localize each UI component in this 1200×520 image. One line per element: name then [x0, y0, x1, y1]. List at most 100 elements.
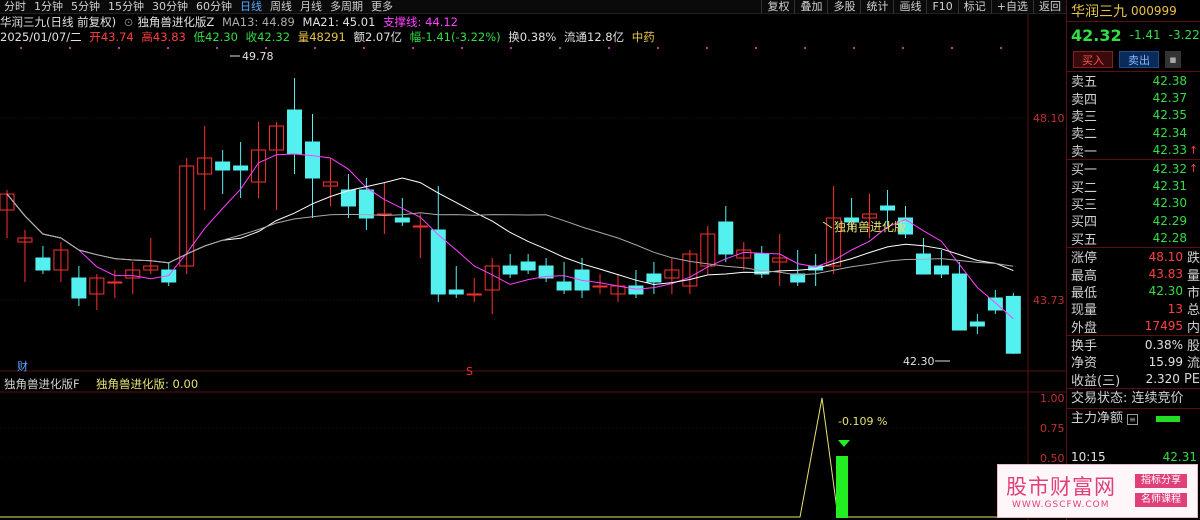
stock-header: 华润三九 000999: [1067, 0, 1200, 22]
bids-label: 买四: [1071, 215, 1098, 231]
stat-value: 15.99: [1148, 354, 1183, 369]
bids-label: 买一: [1071, 163, 1098, 179]
stat-row: 换手 0.38% 股: [1067, 336, 1200, 354]
marker-dot: [1000, 47, 1002, 49]
marker-dot: [363, 47, 365, 49]
sell-button[interactable]: 卖出: [1119, 51, 1159, 68]
trade-status: 交易状态: 连续竞价: [1067, 389, 1200, 410]
stat-value: 43.83: [1148, 266, 1183, 281]
stock-price: 42.32: [1071, 25, 1122, 45]
watermark-tag-course: 名师课程: [1135, 493, 1187, 507]
marker-dot: [853, 47, 855, 49]
indicator-tag: 独角兽进化版: [834, 220, 906, 234]
netflow-label: 主力净额: [1071, 411, 1124, 427]
marker-dot: [706, 47, 708, 49]
stat-value: 13: [1167, 301, 1183, 316]
candle-down: [35, 257, 51, 271]
asks-price: 42.34: [1152, 125, 1187, 140]
asks-label: 卖一: [1071, 144, 1098, 160]
marker-dot: [804, 47, 806, 49]
candle-down: [646, 273, 662, 283]
candle-down: [287, 109, 303, 155]
candles: [0, 78, 1021, 354]
stat-tail: 股: [1186, 339, 1200, 354]
candle-down: [430, 229, 446, 295]
sub-pct-label: -0.109 %: [838, 415, 887, 428]
netflow-settings-icon[interactable]: ≡: [1127, 413, 1139, 425]
bids-row[interactable]: 买三 42.30: [1067, 195, 1200, 213]
stat-tail: 内: [1186, 320, 1200, 335]
asks-label: 卖四: [1071, 92, 1098, 108]
asks-label: 卖三: [1071, 109, 1098, 125]
stat-row: 最低 42.30 市: [1067, 283, 1200, 300]
bids-row[interactable]: 买五 42.28: [1067, 230, 1200, 248]
stat-row: 涨停 48.10 跌: [1067, 248, 1200, 266]
buy-button[interactable]: 买入: [1073, 51, 1113, 68]
marker-dot: [20, 47, 22, 49]
bids-row[interactable]: 买二 42.31: [1067, 177, 1200, 196]
asks-row[interactable]: 卖二 42.34: [1067, 124, 1200, 143]
stock-name: 华润三九: [1071, 3, 1127, 20]
asks-row[interactable]: 卖四 42.37: [1067, 89, 1200, 108]
bids-price: 42.30: [1152, 196, 1187, 211]
marker-dot: [412, 47, 414, 49]
asks-row[interactable]: 卖五 42.38: [1067, 72, 1200, 91]
marker-dot: [510, 47, 512, 49]
stat-label: 最低: [1071, 285, 1098, 301]
stat-label: 涨停: [1071, 251, 1098, 266]
bids-row[interactable]: 买四 42.29: [1067, 212, 1200, 231]
bids-label: 买五: [1071, 232, 1098, 248]
sub-indicator-title: 独角兽进化版F: [4, 377, 80, 391]
stat-tail: 量: [1186, 268, 1200, 283]
candle-down: [987, 297, 1003, 311]
candle-down: [448, 289, 464, 295]
chart-svg[interactable]: 48.10 43.73 49.78 42.30 独角兽进化版财 S 独角兽进化版F 独角兽进化…: [0, 0, 1066, 520]
bid-book: 买一 42.32 ↑ 买二 42.31 买三 42.30 买四 42.29 买五 42.28: [1067, 160, 1200, 248]
kline-chart[interactable]: 48.10 43.73 49.78 42.30 独角兽进化版财 S 独角兽进化版F 独角兽进化…: [0, 0, 1066, 520]
bids-price: 42.32: [1152, 161, 1187, 176]
candle-down: [520, 261, 536, 271]
stat-tail: 总: [1186, 303, 1200, 318]
sub-axis-label: 1.00: [1040, 392, 1065, 405]
stat-label: 现量: [1071, 303, 1098, 318]
bids-row[interactable]: 买一 42.32 ↑: [1067, 160, 1200, 179]
bids-label: 买三: [1071, 197, 1098, 213]
marker-dot: [461, 47, 463, 49]
up-arrow-icon: ↑: [1189, 143, 1199, 157]
stat-row: 外盘 17495 内: [1067, 317, 1200, 335]
marker-dot: [559, 47, 561, 49]
ask-book: 卖五 42.38 卖四 42.37 卖三 42.35 卖二 42.34 卖一 42.33 ↑: [1067, 72, 1200, 160]
candle-down: [915, 253, 931, 275]
asks-price: 42.38: [1152, 73, 1187, 88]
stat-tail: 跌: [1186, 251, 1200, 266]
netflow-bar: [1156, 416, 1181, 423]
support-line: [6, 153, 1014, 319]
stat-label: 收益(三): [1071, 373, 1121, 389]
low-label: 42.30: [903, 355, 935, 368]
bids-label: 买二: [1071, 180, 1098, 196]
sub-indicator-bar: [836, 456, 848, 518]
stat-row: 收益(三) 2.320 PE: [1067, 371, 1200, 388]
marker-dot: [657, 47, 659, 49]
more-icon[interactable]: ▪: [1165, 51, 1181, 68]
candle-down: [71, 277, 87, 299]
up-arrow-icon: ↑: [1189, 162, 1199, 176]
asks-label: 卖五: [1071, 75, 1098, 91]
stats-block-1: 涨停 48.10 跌最高 43.83 量最低 42.30 市现量 13 总外盘 17495 内: [1067, 248, 1200, 336]
stat-value: 2.320: [1145, 372, 1180, 387]
stat-row: 净资 15.99 流: [1067, 353, 1200, 371]
asks-row[interactable]: 卖三 42.35: [1067, 107, 1200, 125]
stat-tail: 流: [1186, 356, 1200, 371]
marker-dot: [69, 47, 71, 49]
watermark-title: 股市财富网: [1006, 475, 1116, 499]
stat-value: 17495: [1144, 319, 1183, 334]
stat-value: 0.38%: [1144, 337, 1183, 352]
asks-row[interactable]: 卖一 42.33 ↑: [1067, 142, 1200, 160]
asks-price: 42.37: [1152, 91, 1187, 106]
bids-price: 42.31: [1152, 179, 1187, 194]
candle-up: [592, 285, 608, 288]
diamond-signal-icon: [838, 440, 850, 447]
stat-tail: PE: [1183, 371, 1200, 387]
bids-price: 42.28: [1152, 231, 1187, 246]
candle-down: [628, 285, 644, 295]
